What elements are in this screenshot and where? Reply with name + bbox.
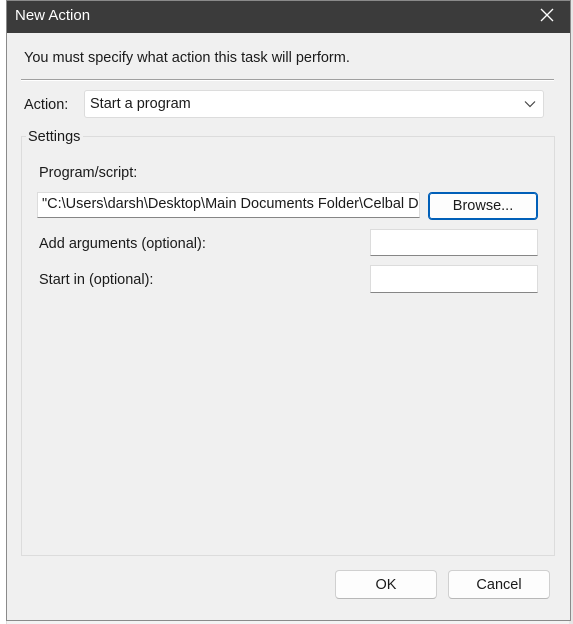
window-title: New Action — [15, 7, 91, 24]
ok-button[interactable]: OK — [335, 570, 437, 599]
chevron-down-icon — [521, 95, 539, 113]
browse-button[interactable]: Browse... — [428, 192, 538, 220]
program-script-input[interactable]: "C:\Users\darsh\Desktop\Main Documents F… — [37, 192, 420, 218]
program-script-label: Program/script: — [39, 165, 138, 181]
settings-legend: Settings — [26, 129, 84, 145]
arguments-input[interactable] — [370, 229, 538, 256]
cancel-button[interactable]: Cancel — [448, 570, 550, 599]
action-dropdown[interactable]: Start a program — [84, 90, 544, 118]
close-button[interactable] — [524, 1, 570, 33]
title-bar[interactable]: New Action — [7, 1, 570, 33]
action-dropdown-value: Start a program — [90, 96, 191, 112]
action-label: Action: — [24, 97, 69, 113]
instruction-text: You must specify what action this task w… — [24, 50, 350, 66]
close-icon — [539, 7, 555, 28]
separator — [21, 79, 554, 81]
new-action-dialog: New Action You must specify what action … — [6, 0, 571, 621]
arguments-label: Add arguments (optional): — [39, 236, 206, 252]
start-in-input[interactable] — [370, 265, 538, 293]
start-in-label: Start in (optional): — [39, 272, 154, 288]
